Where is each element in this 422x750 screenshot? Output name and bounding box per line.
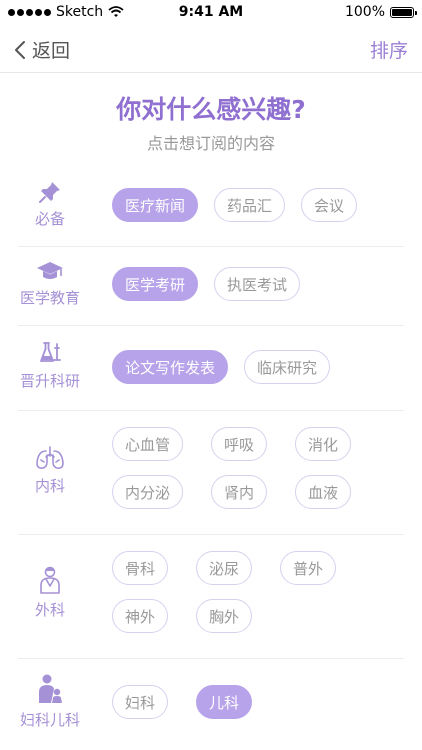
section-essentials: 必备 医疗新闻 药品汇 会议 [18, 170, 404, 246]
tag-endocrine[interactable]: 内分泌 [112, 475, 184, 509]
battery-fill [392, 8, 412, 16]
tag-postgrad-exam[interactable]: 医学考研 [112, 267, 199, 301]
section-surgery: 外科 骨科 泌尿 普外 神外 胸外 [18, 535, 404, 658]
category-label: 必备 [34, 210, 65, 228]
section-promotion-research: 晋升科研 论文写作发表 临床研究 [18, 326, 404, 410]
category-label: 内科 [34, 477, 65, 495]
category-label: 外科 [34, 601, 65, 619]
back-label: 返回 [32, 40, 71, 62]
battery-percent: 100% [344, 4, 385, 20]
tag-gynecology[interactable]: 妇科 [112, 685, 169, 719]
category-medical-education: 医学教育 [18, 259, 82, 308]
status-right: 100% [344, 4, 417, 20]
tag-cardiovascular[interactable]: 心血管 [112, 427, 184, 461]
tag-medical-news[interactable]: 医疗新闻 [112, 188, 199, 222]
tag-general-surgery[interactable]: 普外 [280, 551, 337, 585]
category-label: 医学教育 [19, 289, 80, 307]
tag-orthopedics[interactable]: 骨科 [112, 551, 169, 585]
tag-list: 论文写作发表 临床研究 [112, 350, 402, 384]
chevron-left-icon [15, 40, 25, 59]
battery-icon [390, 6, 417, 18]
mother-child-icon [39, 674, 62, 703]
microscope-icon [40, 342, 61, 362]
tag-nephrology[interactable]: 肾内 [211, 475, 268, 509]
category-promotion-research: 晋升科研 [18, 340, 82, 391]
category-gyn-pediatrics: 妇科儿科 [18, 673, 82, 730]
tag-list: 心血管 呼吸 消化 内分泌 肾内 血液 [112, 427, 362, 509]
pushpin-icon [39, 182, 60, 203]
tag-paper-writing[interactable]: 论文写作发表 [112, 350, 229, 384]
nav-bar: 返回 排序 [0, 26, 422, 73]
tag-list: 妇科 儿科 [112, 685, 402, 719]
back-button[interactable]: 返回 [14, 36, 70, 63]
surgeon-icon [40, 566, 60, 594]
page-subtitle: 点击想订阅的内容 [146, 134, 275, 153]
sort-button[interactable]: 排序 [370, 36, 408, 63]
category-label: 妇科儿科 [19, 711, 80, 729]
tag-hematology[interactable]: 血液 [295, 475, 352, 509]
tag-clinical-research[interactable]: 临床研究 [244, 350, 331, 384]
tag-pediatrics[interactable]: 儿科 [196, 685, 253, 719]
category-essentials: 必备 [18, 180, 82, 229]
tag-conference[interactable]: 会议 [301, 188, 358, 222]
page-title: 你对什么感兴趣? [116, 95, 306, 124]
section-medical-education: 医学教育 医学考研 执医考试 [18, 247, 404, 325]
tag-thoracic-surgery[interactable]: 胸外 [196, 599, 253, 633]
lungs-icon [36, 446, 64, 469]
tag-drug-hub[interactable]: 药品汇 [214, 188, 286, 222]
tag-digestive[interactable]: 消化 [295, 427, 352, 461]
section-internal-medicine: 内科 心血管 呼吸 消化 内分泌 肾内 血液 [18, 411, 404, 534]
category-label: 晋升科研 [19, 372, 80, 390]
tag-urology[interactable]: 泌尿 [196, 551, 253, 585]
status-bar: Sketch 9:41 AM 100% [0, 0, 422, 26]
tag-list: 医学考研 执医考试 [112, 267, 402, 301]
tag-neurosurgery[interactable]: 神外 [112, 599, 169, 633]
graduation-cap-icon [37, 262, 63, 279]
category-surgery: 外科 [18, 565, 82, 620]
tag-license-exam[interactable]: 执医考试 [214, 267, 301, 301]
tag-list: 医疗新闻 药品汇 会议 [112, 188, 402, 222]
section-gyn-pediatrics: 妇科儿科 妇科 儿科 [18, 659, 404, 750]
category-internal-medicine: 内科 [18, 445, 82, 496]
tag-list: 骨科 泌尿 普外 神外 胸外 [112, 551, 362, 633]
tag-respiratory[interactable]: 呼吸 [211, 427, 268, 461]
